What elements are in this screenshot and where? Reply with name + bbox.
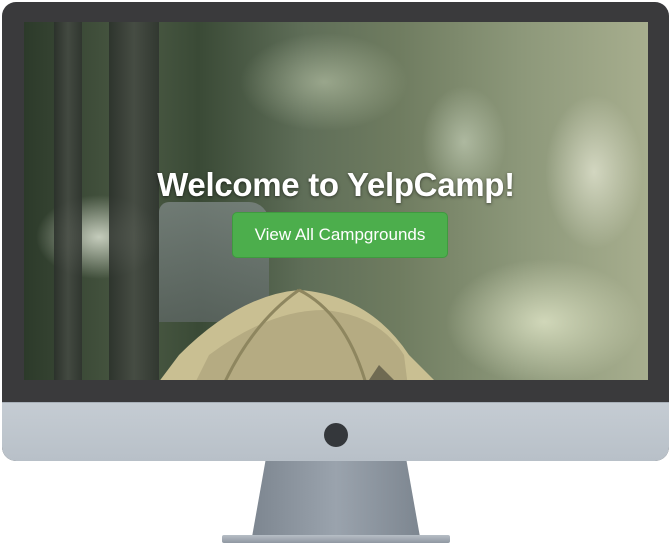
view-all-campgrounds-button[interactable]: View All Campgrounds (232, 212, 448, 258)
imac-monitor: Welcome to YelpCamp! View All Campground… (2, 2, 669, 461)
monitor-chin (2, 402, 669, 461)
hero-title: Welcome to YelpCamp! (157, 166, 515, 203)
screen: Welcome to YelpCamp! View All Campground… (24, 22, 648, 380)
tent-image (160, 288, 434, 380)
monitor-stand (252, 461, 420, 537)
monitor-base (222, 535, 450, 543)
power-dot-icon (324, 423, 348, 447)
